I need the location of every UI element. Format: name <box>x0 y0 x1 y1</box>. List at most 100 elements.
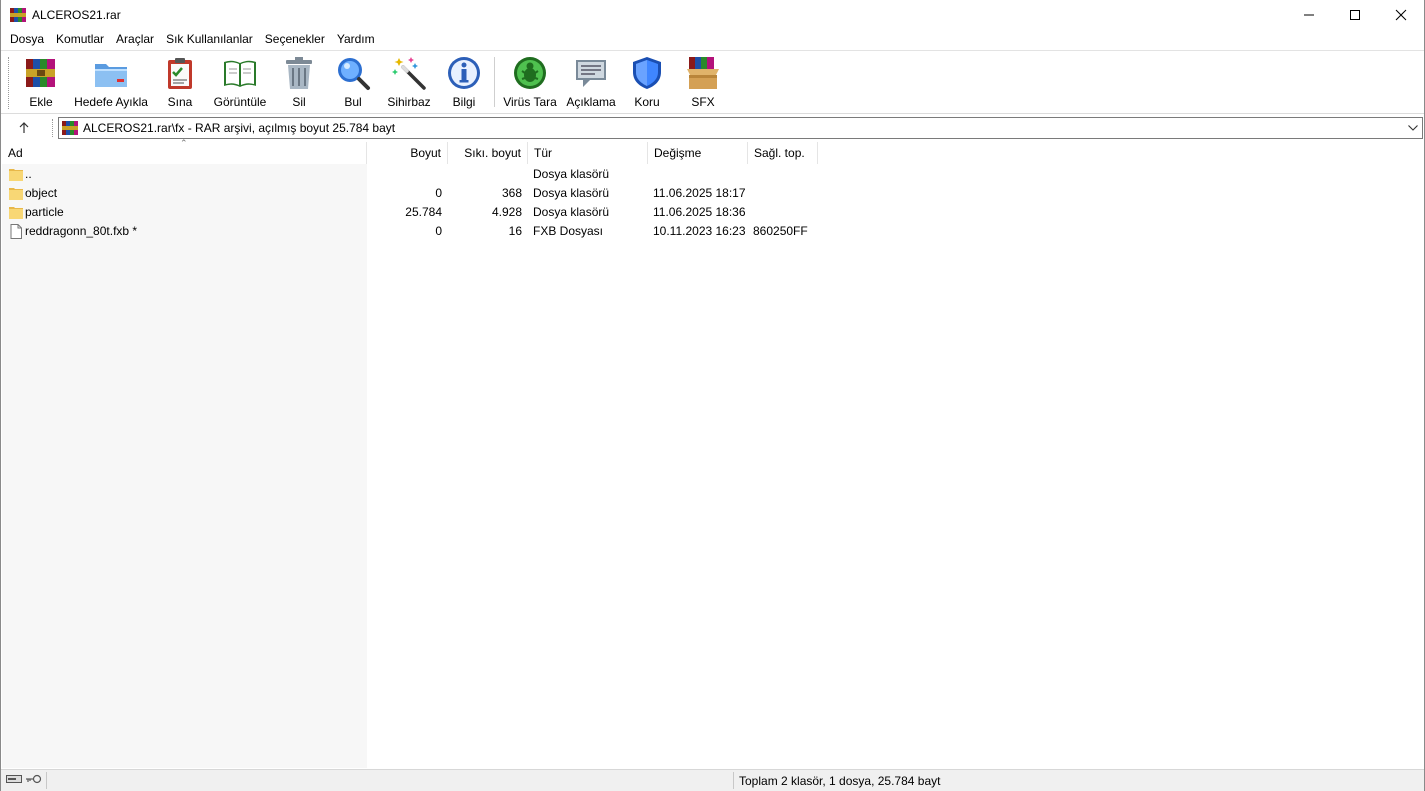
list-header: ⌃ Ad Boyut Sıkı. boyut Tür Değişme Sağl.… <box>2 138 1424 164</box>
file-list[interactable]: ⌃ Ad Boyut Sıkı. boyut Tür Değişme Sağl.… <box>2 138 1424 768</box>
drive-icon[interactable] <box>6 774 22 784</box>
comment-button-label: Açıklama <box>566 95 616 109</box>
status-summary: Toplam 2 klasör, 1 dosya, 25.784 bayt <box>739 774 941 788</box>
file-name: reddragonn_80t.fxb * <box>25 224 138 238</box>
file-crc <box>753 184 823 203</box>
sfx-button[interactable]: SFX <box>683 55 723 111</box>
toolbar-grip[interactable] <box>8 57 10 109</box>
file-modified: 10.11.2023 16:23 <box>653 224 746 238</box>
address-grip[interactable] <box>52 119 53 137</box>
up-folder-button[interactable] <box>13 118 35 138</box>
winrar-window: ALCEROS21.rar Dosya Komutlar Araçlar Sık… <box>0 0 1425 791</box>
maximize-icon <box>1350 9 1360 20</box>
arrow-up-icon <box>19 122 29 133</box>
menu-yardim[interactable]: Yardım <box>331 30 381 49</box>
file-crc <box>753 203 823 222</box>
table-row[interactable]: particle 25.784 4.928 Dosya klasörü 11.0… <box>2 203 1424 222</box>
virus-scan-button-label: Virüs Tara <box>503 95 557 109</box>
column-header-size[interactable]: Boyut <box>367 142 448 164</box>
status-divider <box>46 772 47 789</box>
wizard-button[interactable]: Sihirbaz <box>387 55 431 111</box>
delete-button-label: Sil <box>292 95 306 109</box>
file-packed-size: 16 <box>508 224 522 238</box>
folder-icon <box>9 188 23 200</box>
folder-icon <box>9 207 23 219</box>
status-indicators <box>6 774 42 784</box>
add-archive-icon <box>26 59 55 87</box>
folder-icon <box>9 169 23 181</box>
file-type: FXB Dosyası <box>533 224 604 238</box>
menu-dosya[interactable]: Dosya <box>4 30 50 49</box>
minimize-button[interactable] <box>1286 0 1332 29</box>
extract-to-button-label: Hedefe Ayıkla <box>74 95 148 109</box>
trash-icon <box>286 57 312 89</box>
file-size: 25.784 <box>405 205 442 219</box>
menu-secenekler[interactable]: Seçenekler <box>259 30 331 49</box>
add-button-label: Ekle <box>29 95 53 109</box>
wizard-button-label: Sihirbaz <box>387 95 431 109</box>
find-button-label: Bul <box>344 95 362 109</box>
file-size: 0 <box>435 224 442 238</box>
find-button[interactable]: Bul <box>335 55 371 111</box>
view-button-label: Görüntüle <box>213 95 267 109</box>
extract-to-button[interactable]: Hedefe Ayıkla <box>73 55 149 111</box>
test-button[interactable]: Sına <box>163 55 197 111</box>
menu-bar: Dosya Komutlar Araçlar Sık Kullanılanlar… <box>1 30 1424 49</box>
winrar-archive-icon <box>62 121 78 135</box>
view-button[interactable]: Görüntüle <box>211 55 269 111</box>
comment-icon <box>576 60 606 87</box>
test-button-label: Sına <box>167 95 193 109</box>
shield-icon <box>633 57 661 89</box>
table-row[interactable]: object 0 368 Dosya klasörü 11.06.2025 18… <box>2 184 1424 203</box>
address-dropdown-button[interactable] <box>1406 121 1420 135</box>
magnifier-icon <box>338 58 370 90</box>
table-row[interactable]: reddragonn_80t.fxb * 0 16 FXB Dosyası 10… <box>2 222 1424 241</box>
wizard-wand-icon <box>392 57 426 90</box>
file-modified: 11.06.2025 18:17 <box>653 186 746 200</box>
file-name: object <box>25 186 58 200</box>
column-header-name[interactable]: Ad <box>2 142 367 164</box>
protect-button[interactable]: Koru <box>631 55 663 111</box>
info-button-label: Bilgi <box>452 95 476 109</box>
menu-komutlar[interactable]: Komutlar <box>50 30 110 49</box>
add-button[interactable]: Ekle <box>23 55 59 111</box>
file-size <box>367 165 442 184</box>
file-name: particle <box>25 205 64 219</box>
toolbar: Ekle Hedefe Ayıkla Sına Görüntüle Sil Bu… <box>1 50 1424 114</box>
file-type: Dosya klasörü <box>533 167 610 181</box>
file-name: .. <box>25 167 32 181</box>
file-modified: 11.06.2025 18:36 <box>653 205 746 219</box>
address-row: ALCEROS21.rar\fx - RAR arşivi, açılmış b… <box>1 115 1424 141</box>
info-button[interactable]: Bilgi <box>447 55 481 111</box>
column-header-type[interactable]: Tür <box>528 142 648 164</box>
column-header-crc[interactable]: Sağl. top. <box>748 142 818 164</box>
comment-button[interactable]: Açıklama <box>565 55 617 111</box>
column-header-modified[interactable]: Değişme <box>648 142 748 164</box>
file-modified <box>653 165 748 184</box>
status-bar: Toplam 2 klasör, 1 dosya, 25.784 bayt <box>1 769 1424 791</box>
file-size: 0 <box>435 186 442 200</box>
delete-button[interactable]: Sil <box>283 55 315 111</box>
virus-scan-icon <box>514 57 546 89</box>
test-clipboard-icon <box>168 58 192 89</box>
column-header-packed[interactable]: Sıkı. boyut <box>448 142 528 164</box>
address-text: ALCEROS21.rar\fx - RAR arşivi, açılmış b… <box>83 121 396 135</box>
close-icon <box>1395 9 1407 20</box>
key-icon[interactable] <box>26 774 42 784</box>
protect-button-label: Koru <box>634 95 660 109</box>
address-combobox[interactable]: ALCEROS21.rar\fx - RAR arşivi, açılmış b… <box>58 117 1423 139</box>
virus-scan-button[interactable]: Virüs Tara <box>503 55 557 111</box>
title-bar: ALCEROS21.rar <box>1 0 1424 29</box>
file-crc <box>753 165 823 184</box>
winrar-books-icon <box>10 7 26 22</box>
chevron-down-icon <box>1408 125 1418 131</box>
menu-araclar[interactable]: Araçlar <box>110 30 160 49</box>
menu-sik-kullanilanlar[interactable]: Sık Kullanılanlar <box>160 30 259 49</box>
view-book-icon <box>224 60 256 87</box>
file-packed-size <box>448 165 522 184</box>
maximize-button[interactable] <box>1332 0 1378 29</box>
file-crc: 860250FF <box>753 224 808 238</box>
close-button[interactable] <box>1378 0 1424 29</box>
table-row[interactable]: .. Dosya klasörü <box>2 165 1424 184</box>
extract-folder-icon <box>95 64 127 87</box>
